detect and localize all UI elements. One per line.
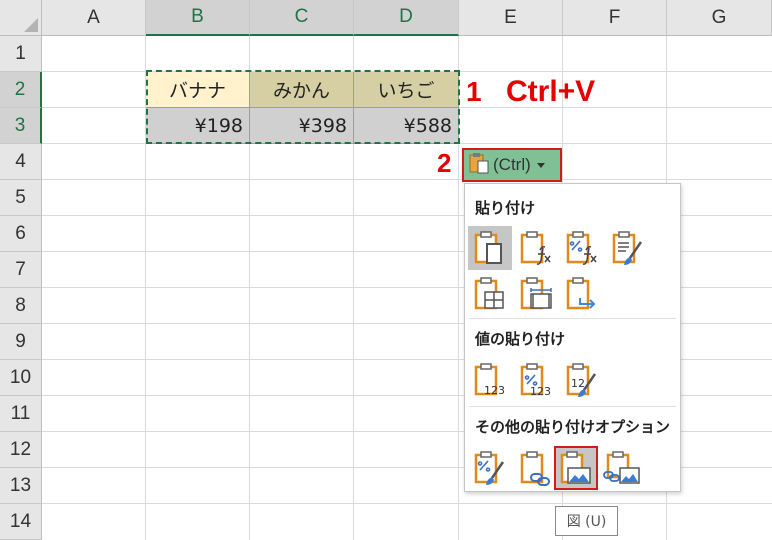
values-number-format-icon: 123: [519, 362, 553, 398]
paste-option-paste[interactable]: [468, 226, 512, 270]
row-header-2[interactable]: 2: [0, 72, 42, 108]
paste-option-keep-column-widths[interactable]: [514, 272, 558, 316]
row-header-4[interactable]: 4: [0, 144, 42, 180]
svg-text:12: 12: [571, 377, 585, 390]
column-header-f[interactable]: F: [563, 0, 667, 36]
gridline: [42, 179, 772, 180]
paste-option-linked-picture[interactable]: [600, 446, 644, 490]
section-title-other-paste-options: その他の貼り付けオプション: [475, 418, 671, 436]
paste-formulas-number-format-icon: [565, 230, 599, 266]
section-title-paste: 貼り付け: [475, 199, 536, 217]
paste-link-icon: [519, 450, 553, 486]
menu-separator: [469, 406, 676, 407]
cell-c3[interactable]: ¥398: [250, 108, 354, 144]
keep-source-formatting-icon: [611, 230, 645, 266]
tooltip-picture: 図 (U): [555, 506, 618, 536]
row-header-3[interactable]: 3: [0, 108, 42, 144]
cell-c2[interactable]: みかん: [250, 72, 354, 108]
row-header-14[interactable]: 14: [0, 504, 42, 540]
svg-text:123: 123: [484, 384, 505, 397]
no-borders-icon: [473, 276, 507, 312]
section-title-paste-values: 値の貼り付け: [475, 330, 566, 348]
row-header-12[interactable]: 12: [0, 432, 42, 468]
select-all-button[interactable]: [0, 0, 42, 36]
values-source-formatting-icon: 12: [565, 362, 599, 398]
linked-picture-icon: [603, 450, 641, 486]
row-header-10[interactable]: 10: [0, 360, 42, 396]
row-header-5[interactable]: 5: [0, 180, 42, 216]
select-all-triangle-icon: [24, 18, 38, 32]
keep-column-widths-icon: [519, 276, 553, 312]
paste-option-link[interactable]: [514, 446, 558, 490]
paste-options-label: (Ctrl): [493, 155, 531, 174]
paste-picture-icon: [559, 450, 593, 486]
paste-option-values-number-format[interactable]: 123: [514, 358, 558, 402]
step-1-label: Ctrl+V: [506, 75, 596, 108]
paste-option-formulas[interactable]: [514, 226, 558, 270]
cell-b3[interactable]: ¥198: [146, 108, 250, 144]
paste-option-picture[interactable]: [554, 446, 598, 490]
clipboard-icon: [469, 152, 489, 179]
cell-b2[interactable]: バナナ: [146, 72, 250, 108]
paste-icon: [473, 230, 507, 266]
paste-options-menu: 貼り付け 値の貼り付け 123 123 12 その他の貼り付けオプション: [464, 183, 681, 492]
paste-option-no-borders[interactable]: [468, 272, 512, 316]
row-header-1[interactable]: 1: [0, 36, 42, 72]
paste-option-keep-source-formatting[interactable]: [606, 226, 650, 270]
paste-values-icon: 123: [473, 362, 507, 398]
paste-option-formulas-number-format[interactable]: [560, 226, 604, 270]
row-header-6[interactable]: 6: [0, 216, 42, 252]
row-header-8[interactable]: 8: [0, 288, 42, 324]
transpose-icon: [565, 276, 599, 312]
step-2-number: 2: [437, 148, 452, 178]
paste-options-button[interactable]: (Ctrl): [462, 148, 562, 182]
column-header-c[interactable]: C: [250, 0, 354, 36]
column-header-b[interactable]: B: [146, 0, 250, 36]
chevron-down-icon: [536, 162, 545, 168]
svg-text:123: 123: [530, 385, 551, 398]
gridline: [42, 503, 772, 504]
row-header-7[interactable]: 7: [0, 252, 42, 288]
column-header-d[interactable]: D: [354, 0, 459, 36]
menu-separator: [469, 318, 676, 319]
paste-formatting-icon: [473, 450, 507, 486]
row-header-9[interactable]: 9: [0, 324, 42, 360]
row-header-11[interactable]: 11: [0, 396, 42, 432]
step-1-number: 1: [466, 76, 482, 107]
paste-option-values[interactable]: 123: [468, 358, 512, 402]
column-header-a[interactable]: A: [42, 0, 146, 36]
paste-option-formatting[interactable]: [468, 446, 512, 490]
cell-d3[interactable]: ¥588: [354, 108, 459, 144]
column-header-g[interactable]: G: [667, 0, 772, 36]
paste-formulas-icon: [519, 230, 553, 266]
column-header-e[interactable]: E: [459, 0, 563, 36]
row-header-13[interactable]: 13: [0, 468, 42, 504]
paste-option-values-source-formatting[interactable]: 12: [560, 358, 604, 402]
cell-d2[interactable]: いちご: [354, 72, 459, 108]
paste-option-transpose[interactable]: [560, 272, 604, 316]
